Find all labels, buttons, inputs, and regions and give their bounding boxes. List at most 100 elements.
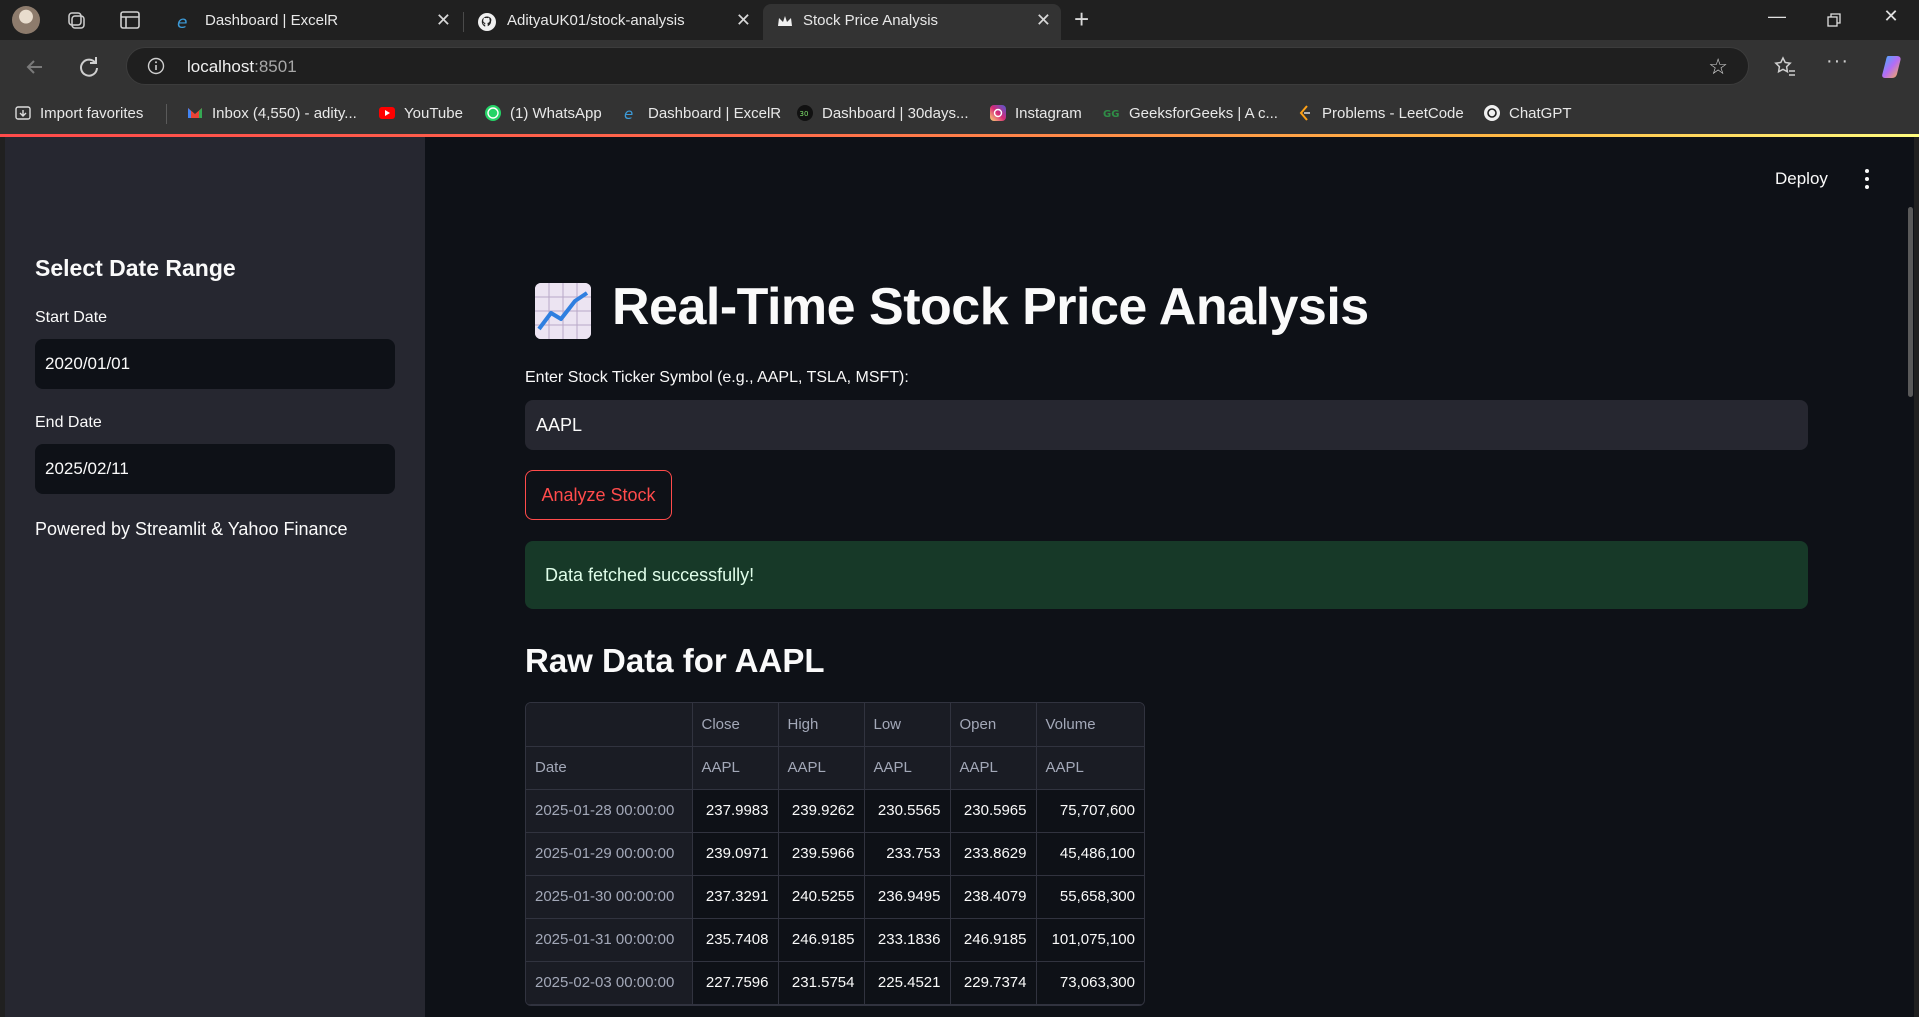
bookmark-gmail[interactable]: Inbox (4,550) - adity... (186, 104, 357, 122)
bookmark-label: GeeksforGeeks | A c... (1129, 105, 1278, 122)
bookmark-divider (166, 104, 167, 124)
refresh-icon[interactable] (74, 52, 104, 82)
bookmark-leetcode[interactable]: Problems - LeetCode (1296, 104, 1464, 122)
success-alert: Data fetched successfully! (525, 541, 1808, 609)
close-window-icon[interactable]: ✕ (1879, 6, 1903, 27)
minimize-window-icon[interactable]: — (1765, 6, 1789, 27)
table-cell: 239.9262 (778, 789, 865, 833)
ticker-subheader-cell: AAPL (950, 746, 1037, 790)
address-toolbar: localhost:8501 ☆ ··· (0, 40, 1919, 94)
index-name-cell: Date (526, 746, 693, 790)
table-cell: 233.8629 (950, 832, 1037, 876)
table-header-row: Close High Low Open Volume (526, 703, 1144, 747)
tab-stock-price-analysis[interactable]: Stock Price Analysis ✕ (763, 4, 1061, 40)
instagram-icon (990, 105, 1006, 121)
new-tab-button[interactable]: + (1074, 4, 1089, 35)
bookmark-label: Inbox (4,550) - adity... (212, 105, 357, 122)
column-header-volume[interactable]: Volume (1036, 703, 1144, 747)
bookmark-label: ChatGPT (1509, 105, 1572, 122)
table-cell: 225.4521 (864, 961, 951, 1005)
date-cell: 2025-02-03 00:00:00 (526, 961, 693, 1005)
table-cell: 231.5754 (778, 961, 865, 1005)
sidebar-heading: Select Date Range (35, 255, 236, 281)
tab-excelr[interactable]: e Dashboard | ExcelR ✕ (163, 4, 461, 40)
date-cell: 2025-01-29 00:00:00 (526, 832, 693, 876)
table-cell: 239.0971 (692, 832, 779, 876)
raw-data-heading: Raw Data for AAPL (525, 642, 825, 679)
table-cell: 230.5965 (950, 789, 1037, 833)
table-subheader-row: Date AAPL AAPL AAPL AAPL AAPL (526, 746, 1144, 790)
table-row: 2025-01-29 00:00:00 239.0971 239.5966 23… (526, 832, 1144, 876)
bookmark-instagram[interactable]: Instagram (989, 104, 1082, 122)
table-cell: 230.5565 (864, 789, 951, 833)
site-info-icon[interactable] (147, 57, 165, 75)
bookmark-geeksforgeeks[interactable]: GG GeeksforGeeks | A c... (1103, 104, 1278, 122)
table-cell: 237.3291 (692, 875, 779, 919)
bookmark-30days[interactable]: 30 Dashboard | 30days... (796, 104, 968, 122)
restore-window-icon[interactable] (1822, 10, 1846, 30)
tab-actions-icon[interactable] (118, 8, 142, 32)
import-icon (15, 106, 31, 120)
table-cell: 235.7408 (692, 918, 779, 962)
bookmark-label: Dashboard | 30days... (822, 105, 969, 122)
streamlit-crown-favicon-icon (778, 16, 792, 26)
copilot-icon[interactable] (1879, 52, 1909, 82)
whatsapp-icon (485, 105, 501, 121)
profile-avatar[interactable] (12, 6, 40, 34)
address-bar[interactable]: localhost:8501 ☆ (126, 47, 1749, 85)
svg-text:GG: GG (1103, 109, 1119, 120)
deploy-button[interactable]: Deploy (1775, 169, 1828, 189)
bookmark-import-favorites[interactable]: Import favorites (14, 104, 143, 122)
table-row: 2025-01-31 00:00:00 235.7408 246.9185 23… (526, 918, 1144, 962)
column-header-low[interactable]: Low (864, 703, 951, 747)
url-text: localhost:8501 (187, 57, 297, 77)
ticker-subheader-cell: AAPL (864, 746, 951, 790)
chatgpt-icon (1484, 105, 1500, 121)
date-cell: 2025-01-30 00:00:00 (526, 875, 693, 919)
table-cell: 237.9983 (692, 789, 779, 833)
bookmark-excelr[interactable]: e Dashboard | ExcelR (622, 104, 781, 122)
column-header-high[interactable]: High (778, 703, 865, 747)
main-menu-icon[interactable] (1863, 167, 1871, 191)
end-date-input[interactable]: 2025/02/11 (35, 444, 395, 494)
table-cell: 55,658,300 (1036, 875, 1144, 919)
table-row: 2025-02-03 00:00:00 227.7596 231.5754 22… (526, 961, 1144, 1005)
raw-data-table[interactable]: Close High Low Open Volume Date AAPL AAP… (525, 702, 1145, 1006)
favorites-icon[interactable] (1770, 52, 1800, 82)
table-cell: 45,486,100 (1036, 832, 1144, 876)
streamlit-app: Select Date Range Start Date 2020/01/01 … (5, 137, 1914, 1017)
table-cell: 229.7374 (950, 961, 1037, 1005)
column-header-open[interactable]: Open (950, 703, 1037, 747)
workspaces-icon[interactable] (64, 8, 88, 32)
table-cell: 101,075,100 (1036, 918, 1144, 962)
bookmark-whatsapp[interactable]: (1) WhatsApp (484, 104, 602, 122)
url-host: localhost (187, 57, 255, 76)
index-header-cell (526, 703, 693, 747)
leetcode-icon (1299, 105, 1310, 121)
bookmark-youtube[interactable]: YouTube (378, 104, 463, 122)
browser-titlebar: e Dashboard | ExcelR ✕ AdityaUK01/stock-… (0, 0, 1919, 40)
more-options-icon[interactable]: ··· (1826, 50, 1849, 73)
table-cell: 236.9495 (864, 875, 951, 919)
sidebar: Select Date Range Start Date 2020/01/01 … (5, 137, 425, 1017)
github-favicon-icon (478, 13, 496, 31)
svg-text:e: e (177, 13, 187, 32)
svg-text:e: e (624, 105, 633, 122)
analyze-stock-button[interactable]: Analyze Stock (525, 470, 672, 520)
start-date-input[interactable]: 2020/01/01 (35, 339, 395, 389)
column-header-close[interactable]: Close (692, 703, 779, 747)
tab-github[interactable]: AdityaUK01/stock-analysis ✕ (465, 4, 761, 40)
close-tab-icon[interactable]: ✕ (1036, 10, 1051, 31)
close-tab-icon[interactable]: ✕ (436, 10, 451, 31)
close-tab-icon[interactable]: ✕ (736, 10, 751, 31)
ticker-input[interactable]: AAPL (525, 400, 1808, 450)
scrollbar[interactable] (1908, 207, 1913, 397)
ticker-subheader-cell: AAPL (1036, 746, 1144, 790)
date-cell: 2025-01-28 00:00:00 (526, 789, 693, 833)
geeksforgeeks-icon: GG (1103, 109, 1119, 120)
bookmarks-bar: Import favorites Inbox (4,550) - adity..… (0, 94, 1919, 134)
bookmark-chatgpt[interactable]: ChatGPT (1483, 104, 1572, 122)
back-arrow-icon[interactable] (20, 52, 50, 82)
favorite-star-icon[interactable]: ☆ (1708, 54, 1728, 80)
page-title: Real-Time Stock Price Analysis (612, 278, 1369, 336)
